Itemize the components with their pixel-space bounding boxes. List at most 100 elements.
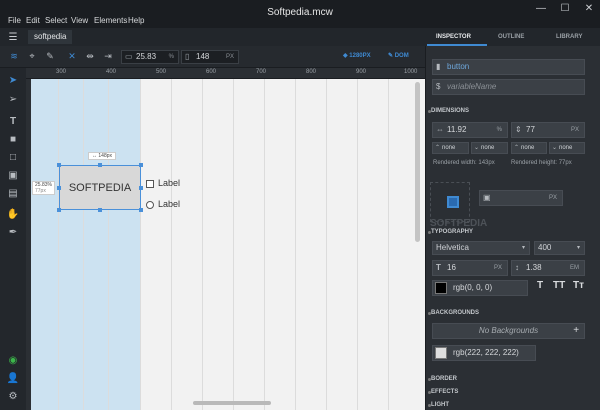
- resize-handle[interactable]: [139, 163, 143, 167]
- pin-icon[interactable]: ✎: [42, 48, 58, 64]
- toolbar-width-field[interactable]: ▭ 25.83 %: [121, 50, 179, 64]
- grid-column-line: [171, 79, 172, 410]
- eyedropper-tool-icon[interactable]: ✒: [5, 224, 21, 240]
- resize-handle[interactable]: [57, 208, 61, 212]
- ruler-mark: 800: [306, 69, 317, 75]
- dom-button[interactable]: ✎ DOM: [388, 52, 409, 59]
- grid-column-line: [388, 79, 389, 410]
- ruler-mark: 600: [206, 69, 217, 75]
- uppercase-button[interactable]: TT: [553, 280, 565, 291]
- position-offset-field[interactable]: ▣ PX: [479, 190, 563, 206]
- radio-label: Label: [158, 199, 181, 209]
- dimension-width-field[interactable]: ⇔ 11.92 %: [432, 122, 508, 138]
- max-width-select[interactable]: ⌄ none: [471, 142, 508, 154]
- status-icon[interactable]: ◉: [5, 352, 21, 368]
- min-width-select[interactable]: ⌃ none: [432, 142, 469, 154]
- component-tool-icon[interactable]: ▤: [5, 185, 21, 201]
- dropdown-tool-icon[interactable]: ▣: [5, 167, 21, 183]
- menu-help[interactable]: Help: [128, 16, 144, 25]
- height-icon: ▯: [185, 52, 190, 61]
- direct-select-tool-icon[interactable]: ➢: [5, 91, 21, 107]
- variable-name-field[interactable]: $ variableName: [432, 79, 585, 95]
- add-background-button[interactable]: +: [573, 324, 579, 338]
- horizontal-ruler: 300 400 500 600 700 800 900 1000: [26, 68, 425, 79]
- capitalize-button[interactable]: Tт: [573, 280, 584, 291]
- design-canvas[interactable]: ↔ 148px 25.83% 77px SOFTPEDIA Label Labe…: [31, 79, 425, 410]
- menu-select[interactable]: Select: [45, 16, 67, 25]
- box-tool-icon[interactable]: □: [5, 149, 21, 165]
- grid-column-line: [326, 79, 327, 410]
- horizontal-scrollbar[interactable]: [193, 401, 271, 405]
- document-tab[interactable]: softpedia: [28, 30, 73, 44]
- text-tool-icon[interactable]: T: [5, 113, 21, 129]
- resize-handle[interactable]: [98, 163, 102, 167]
- menu-elements[interactable]: Elements: [94, 16, 127, 25]
- font-family-select[interactable]: Helvetica ▾: [432, 241, 530, 255]
- effects-header[interactable]: EFFECTS: [431, 389, 458, 395]
- resize-handle[interactable]: [98, 208, 102, 212]
- light-header[interactable]: LIGHT: [431, 402, 449, 408]
- tab-inspector[interactable]: INSPECTOR: [436, 34, 471, 40]
- selected-button-element[interactable]: SOFTPEDIA: [59, 165, 141, 210]
- grid-column-line: [140, 79, 141, 410]
- tab-outline[interactable]: OUTLINE: [498, 34, 524, 40]
- align-center-icon[interactable]: ⇹: [82, 48, 98, 64]
- max-height-select[interactable]: ⌄ none: [549, 142, 585, 154]
- user-icon[interactable]: 👤: [5, 370, 21, 386]
- resize-handle[interactable]: [139, 208, 143, 212]
- text-style-button[interactable]: T: [537, 280, 543, 291]
- text-color-swatch[interactable]: [435, 282, 447, 294]
- ruler-mark: 700: [256, 69, 267, 75]
- maximize-button[interactable]: ☐: [553, 0, 577, 16]
- height-tooltip: 25.83% 77px: [32, 181, 55, 195]
- toolbar-height-field[interactable]: ▯ 148 PX: [181, 50, 239, 64]
- breakpoint-button[interactable]: ◆ 1280PX: [343, 52, 371, 59]
- menu-view[interactable]: View: [71, 16, 88, 25]
- target-icon[interactable]: ⌖: [24, 48, 40, 64]
- max-icon: ⌄: [552, 145, 558, 151]
- resize-handle[interactable]: [57, 163, 61, 167]
- grid-column-line: [58, 79, 59, 410]
- font-size-field[interactable]: T 16 PX: [432, 260, 508, 276]
- backgrounds-header[interactable]: BACKGROUNDS: [431, 310, 479, 316]
- element-type-icon: ▮: [436, 62, 441, 71]
- minimize-button[interactable]: —: [529, 0, 553, 16]
- width-tooltip: ↔ 148px: [88, 152, 117, 160]
- background-color-swatch[interactable]: [435, 347, 447, 359]
- radio-element[interactable]: [146, 201, 154, 209]
- select-tool-icon[interactable]: ➤: [5, 72, 21, 88]
- settings-icon[interactable]: ⚙: [5, 388, 21, 404]
- distribute-icon[interactable]: ⇥: [100, 48, 116, 64]
- dom-icon: ✎: [388, 53, 395, 59]
- rectangle-tool-icon[interactable]: ■: [5, 131, 21, 147]
- grid-column-line: [108, 79, 109, 410]
- menu-edit[interactable]: Edit: [26, 16, 40, 25]
- ruler-mark: 300: [56, 69, 67, 75]
- checkbox-element[interactable]: [146, 180, 154, 188]
- element-type-field[interactable]: ▮ button: [432, 59, 585, 75]
- collapse-icon[interactable]: ✕: [64, 48, 80, 64]
- line-height-field[interactable]: ↕ 1.38 EM: [511, 260, 585, 276]
- grid-column-line: [295, 79, 296, 410]
- dimension-height-field[interactable]: ⇕ 77 PX: [511, 122, 585, 138]
- no-backgrounds-bar[interactable]: No Backgrounds +: [432, 323, 585, 339]
- dimensions-header[interactable]: DIMENSIONS: [431, 108, 469, 114]
- typography-header[interactable]: TYPOGRAPHY: [431, 229, 473, 235]
- layers-icon[interactable]: ≋: [6, 48, 22, 64]
- font-weight-select[interactable]: 400 ▾: [534, 241, 585, 255]
- hamburger-menu-icon[interactable]: ☰: [6, 30, 20, 44]
- hand-tool-icon[interactable]: ✋: [5, 206, 21, 222]
- background-color-field[interactable]: rgb(222, 222, 222): [432, 345, 536, 361]
- vertical-scrollbar[interactable]: [415, 82, 420, 242]
- ruler-mark: 900: [356, 69, 367, 75]
- anchor-icon[interactable]: [447, 196, 459, 208]
- tab-library[interactable]: LIBRARY: [556, 34, 582, 40]
- min-height-select[interactable]: ⌃ none: [511, 142, 547, 154]
- border-header[interactable]: BORDER: [431, 376, 457, 382]
- text-color-field[interactable]: rgb(0, 0, 0): [432, 280, 528, 296]
- min-icon: ⌃: [435, 145, 441, 151]
- menu-file[interactable]: File: [8, 16, 21, 25]
- close-button[interactable]: ✕: [577, 0, 600, 16]
- resize-handle[interactable]: [139, 186, 143, 190]
- resize-handle[interactable]: [57, 186, 61, 190]
